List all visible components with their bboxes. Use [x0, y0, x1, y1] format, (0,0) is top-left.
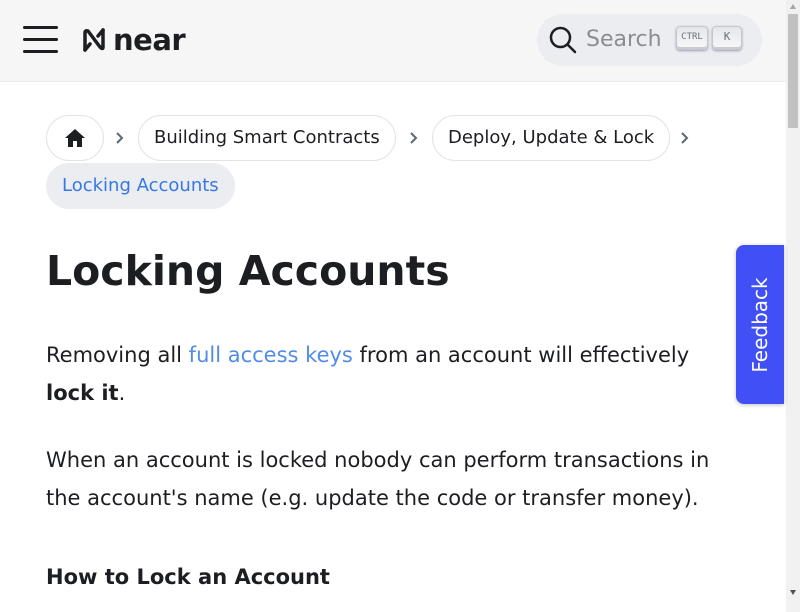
page-title: Locking Accounts [46, 247, 450, 295]
feedback-label: Feedback [748, 277, 772, 373]
scroll-thumb[interactable] [788, 14, 798, 128]
logo-text: near [113, 23, 186, 57]
intro-paragraph: Removing all full access keys from an ac… [46, 336, 736, 412]
menu-icon-bar [23, 38, 58, 41]
locked-description-paragraph: When an account is locked nobody can per… [46, 448, 710, 510]
search-placeholder: Search [586, 27, 662, 52]
shortcut-key-ctrl: CTRL [676, 26, 708, 50]
scroll-up-arrow[interactable] [790, 4, 796, 9]
scrollbar[interactable] [786, 0, 800, 612]
scroll-down-arrow[interactable] [790, 590, 796, 595]
near-logo[interactable]: near [81, 23, 186, 57]
breadcrumb-home[interactable] [46, 115, 104, 161]
intro-text-end: . [118, 381, 126, 405]
breadcrumb-item[interactable]: Building Smart Contracts [138, 115, 396, 161]
near-logo-icon [83, 28, 105, 52]
chevron-right-icon [681, 132, 689, 144]
menu-icon-bar [23, 50, 58, 53]
chevron-right-icon [410, 132, 418, 144]
intro-text: Removing all [46, 343, 189, 367]
menu-button[interactable] [23, 26, 59, 54]
feedback-button[interactable]: Feedback [736, 245, 784, 404]
shortcut-key-k: K [712, 26, 742, 50]
lock-it-bold: lock it [46, 381, 119, 405]
intro-text-cont: from an account will effectively [352, 343, 690, 367]
breadcrumb-current: Locking Accounts [46, 163, 235, 209]
full-access-keys-link[interactable]: full access keys [189, 343, 353, 367]
search-button[interactable]: Search CTRL K [537, 14, 762, 66]
section-heading: How to Lock an Account [46, 565, 330, 589]
menu-icon-bar [23, 26, 58, 29]
navbar: near Search CTRL K [0, 0, 786, 82]
home-icon [65, 129, 85, 147]
search-icon [549, 26, 577, 54]
chevron-right-icon [116, 132, 124, 144]
breadcrumb-item[interactable]: Deploy, Update & Lock [432, 115, 671, 161]
